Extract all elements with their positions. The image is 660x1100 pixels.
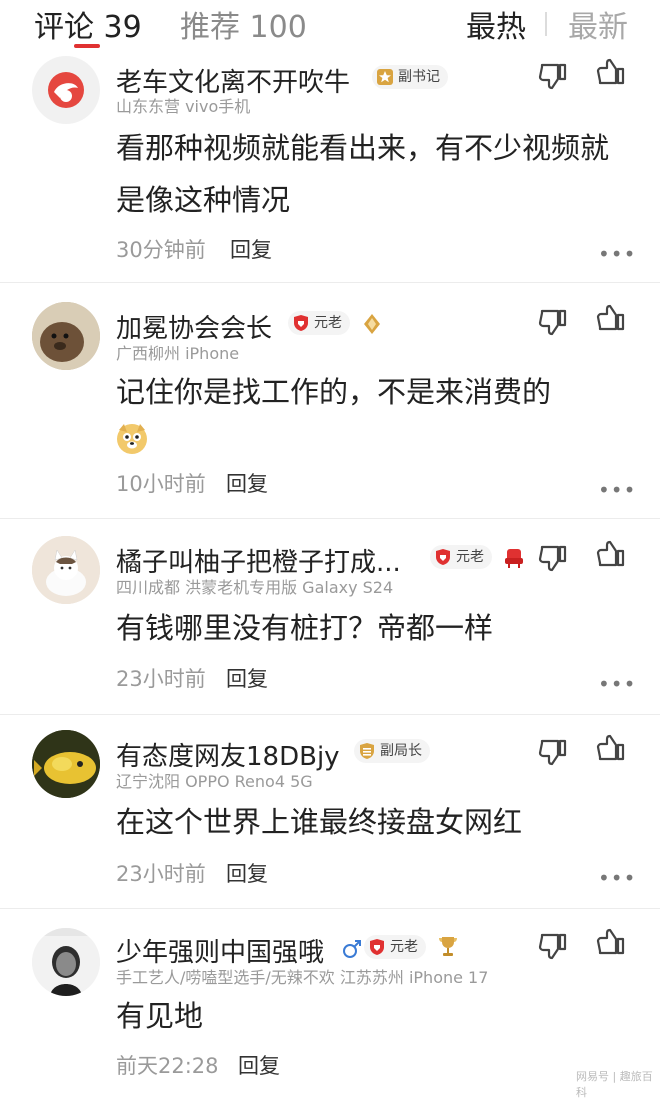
trophy-icon xyxy=(439,937,457,956)
watermark: 网易号 | 趣旅百科 xyxy=(576,1070,653,1099)
reply-button[interactable]: 回复 xyxy=(226,663,268,693)
like-icon[interactable] xyxy=(596,540,626,568)
comment-item: 加冕协会会长 元老 广西柳州 iPhone 记住你是找工作的，不是来消费的 10… xyxy=(0,282,660,518)
shield-badge-icon xyxy=(294,315,308,331)
gold-badge-icon xyxy=(360,743,374,759)
male-symbol-icon xyxy=(343,940,361,958)
comment-header: 评论 39 推荐 100 最热 最新 xyxy=(0,0,660,50)
reply-button[interactable]: 回复 xyxy=(238,1050,280,1080)
user-meta: 手工艺人/唠嗑型选手/无辣不欢 江苏苏州 iPhone 17 xyxy=(116,968,489,987)
user-badge: 副书记 xyxy=(372,65,448,89)
shield-badge-icon xyxy=(370,939,384,955)
tab-comments[interactable]: 评论 39 xyxy=(34,2,142,46)
reply-button[interactable]: 回复 xyxy=(230,234,272,264)
user-meta: 广西柳州 iPhone xyxy=(116,344,240,363)
comment-text: 看那种视频就能看出来，有不少视频就是像这种情况 xyxy=(116,131,610,217)
star-badge-icon xyxy=(377,69,393,85)
sort-hot-button[interactable]: 最热 xyxy=(466,2,526,46)
avatar[interactable] xyxy=(32,536,100,604)
comment-item: 老车文化离不开吹牛 副书记 山东东营 vivo手机 看那种视频就能看出来，有不少… xyxy=(0,50,660,282)
user-badge: 元老 xyxy=(364,935,426,959)
more-options-button[interactable]: ••• xyxy=(598,478,636,502)
sort-divider xyxy=(545,12,547,36)
comment-text: 有钱哪里没有桩打？帝都一样 xyxy=(116,611,494,645)
user-meta: 四川成都 洪蒙老机专用版 Galaxy S24 xyxy=(116,578,394,597)
avatar[interactable] xyxy=(32,730,100,798)
comment-time: 23小时前 xyxy=(116,862,206,886)
user-meta: 辽宁沈阳 OPPO Reno4 5G xyxy=(116,772,313,791)
crown-medal-icon xyxy=(364,314,380,334)
user-meta: 山东东营 vivo手机 xyxy=(116,97,251,116)
like-icon[interactable] xyxy=(596,734,626,762)
dislike-icon[interactable] xyxy=(538,544,568,572)
comment-text: 记住你是找工作的，不是来消费的 xyxy=(116,375,552,409)
comment-item: 少年强则中国强哦 元老 手工艺人/唠嗑型选手/无辣不欢 江苏苏州 iPhone … xyxy=(0,908,660,1088)
avatar[interactable] xyxy=(32,56,100,124)
dislike-icon[interactable] xyxy=(538,308,568,336)
comment-text: 有见地 xyxy=(116,999,204,1033)
sort-new-button[interactable]: 最新 xyxy=(568,2,628,46)
comment-time: 23小时前 xyxy=(116,667,206,691)
user-badge: 副局长 xyxy=(354,739,430,763)
comment-time: 10小时前 xyxy=(116,472,206,496)
user-badge: 元老 xyxy=(288,311,350,335)
badge-label: 副局长 xyxy=(380,743,422,759)
reply-button[interactable]: 回复 xyxy=(226,858,268,888)
badge-label: 元老 xyxy=(456,549,484,565)
comment-item: 有态度网友18DBjy 副局长 辽宁沈阳 OPPO Reno4 5G 在这个世界… xyxy=(0,714,660,908)
comment-item: 橘子叫柚子把橙子打成... 元老 四川成都 洪蒙老机专用版 Galaxy S24… xyxy=(0,518,660,714)
shield-badge-icon xyxy=(436,549,450,565)
comment-time: 30分钟前 xyxy=(116,238,206,262)
user-badge: 元老 xyxy=(430,545,492,569)
comment-time: 前天22:28 xyxy=(116,1054,219,1078)
more-options-button[interactable]: ••• xyxy=(598,866,636,890)
tab-recommend[interactable]: 推荐 100 xyxy=(180,2,307,46)
active-tab-indicator xyxy=(74,44,100,48)
more-options-button[interactable]: ••• xyxy=(598,242,636,266)
reply-button[interactable]: 回复 xyxy=(226,468,268,498)
more-options-button[interactable]: ••• xyxy=(598,672,636,696)
dislike-icon[interactable] xyxy=(538,932,568,960)
comment-text: 在这个世界上谁最终接盘女网红 xyxy=(116,805,523,839)
dislike-icon[interactable] xyxy=(538,62,568,90)
avatar[interactable] xyxy=(32,928,100,996)
avatar[interactable] xyxy=(32,302,100,370)
like-icon[interactable] xyxy=(596,58,626,86)
seat-icon xyxy=(505,549,523,568)
like-icon[interactable] xyxy=(596,304,626,332)
doge-emoji-icon xyxy=(117,424,147,454)
badge-label: 副书记 xyxy=(398,69,440,85)
dislike-icon[interactable] xyxy=(538,738,568,766)
like-icon[interactable] xyxy=(596,928,626,956)
badge-label: 元老 xyxy=(390,939,418,955)
badge-label: 元老 xyxy=(314,315,342,331)
